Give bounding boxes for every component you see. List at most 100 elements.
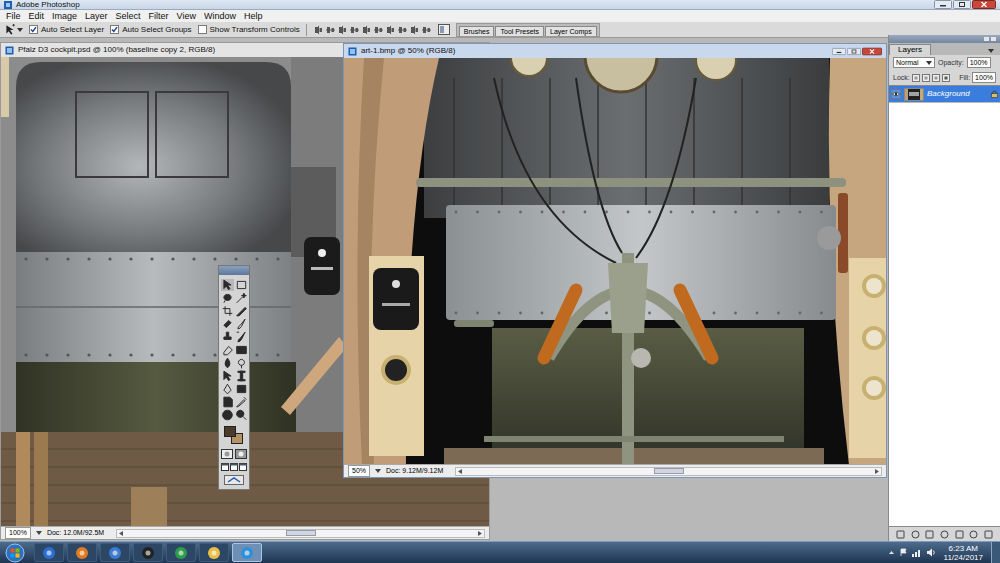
tool-icon[interactable] (235, 383, 248, 395)
layer-action-icon[interactable] (925, 530, 934, 539)
menu-item[interactable]: Help (240, 11, 267, 22)
palette-tab[interactable]: Layer Comps (545, 26, 597, 36)
menu-item[interactable]: Filter (145, 11, 173, 22)
tool-icon[interactable] (235, 318, 248, 330)
menu-item[interactable]: File (2, 11, 25, 22)
tool-icon[interactable] (235, 357, 248, 369)
option-checkbox[interactable]: Show Transform Controls (198, 25, 300, 35)
lock-option-icon[interactable] (942, 74, 950, 82)
zoom-field[interactable]: 50% (348, 465, 370, 477)
tool-icon[interactable] (235, 409, 248, 421)
tool-icon[interactable] (235, 396, 248, 408)
tool-icon[interactable] (235, 370, 248, 382)
document-window[interactable]: art-1.bmp @ 50% (RGB/8)50%Doc: 9.12M/9.1… (343, 43, 887, 478)
horizontal-scrollbar[interactable] (116, 529, 485, 538)
status-menu-icon[interactable] (35, 529, 43, 537)
quick-mask-icon[interactable] (235, 449, 247, 459)
panel-menu-icon[interactable] (986, 46, 996, 55)
fill-field[interactable]: 100% (972, 72, 996, 83)
layers-tab[interactable]: Layers (889, 44, 931, 55)
restore-icon[interactable] (847, 47, 861, 56)
close-icon[interactable] (862, 47, 882, 56)
taskbar-app-button[interactable] (166, 543, 196, 562)
tool-icon[interactable] (221, 305, 234, 317)
imageready-icon[interactable] (224, 475, 244, 485)
scroll-right-icon[interactable] (873, 468, 881, 475)
checkbox-icon[interactable] (198, 25, 207, 34)
zoom-field[interactable]: 100% (5, 527, 31, 539)
menu-item[interactable]: View (173, 11, 200, 22)
network-icon[interactable] (912, 548, 922, 557)
tool-icon[interactable] (221, 357, 234, 369)
menu-item[interactable]: Image (48, 11, 81, 22)
panel-close-icon[interactable] (991, 37, 996, 41)
align-icon[interactable] (421, 25, 432, 35)
taskbar-app-button[interactable] (100, 543, 130, 562)
palette-tab[interactable]: Tool Presets (495, 26, 544, 36)
align-icon[interactable] (337, 25, 348, 35)
lock-option-icon[interactable] (912, 74, 920, 82)
scroll-thumb[interactable] (286, 530, 316, 536)
scroll-left-icon[interactable] (456, 468, 464, 475)
color-swatches[interactable] (223, 425, 245, 445)
tool-icon[interactable] (221, 396, 234, 408)
minimize-icon[interactable] (934, 0, 952, 9)
tool-icon[interactable] (221, 292, 234, 304)
align-icon[interactable] (373, 25, 384, 35)
tool-icon[interactable] (221, 331, 234, 343)
document-canvas[interactable] (344, 58, 886, 464)
align-icon[interactable] (397, 25, 408, 35)
lock-option-icon[interactable] (922, 74, 930, 82)
layer-action-icon[interactable] (940, 530, 949, 539)
option-checkbox[interactable]: Auto Select Groups (110, 25, 191, 35)
scroll-thumb[interactable] (654, 468, 684, 474)
tool-icon[interactable] (235, 279, 248, 291)
taskbar-app-button[interactable] (34, 543, 64, 562)
status-menu-icon[interactable] (374, 467, 382, 475)
panel-header-bar[interactable] (889, 35, 1000, 43)
menu-item[interactable]: Select (112, 11, 145, 22)
show-hidden-icons-icon[interactable] (888, 549, 895, 556)
align-icon[interactable] (409, 25, 420, 35)
document-title-bar[interactable]: art-1.bmp @ 50% (RGB/8) (344, 44, 886, 58)
tool-icon[interactable] (221, 383, 234, 395)
opacity-field[interactable]: 100% (967, 57, 991, 68)
workspace-icon[interactable] (438, 24, 450, 35)
tool-icon[interactable] (221, 344, 234, 356)
option-checkbox[interactable]: Auto Select Layer (29, 25, 104, 35)
minimize-icon[interactable] (832, 47, 846, 56)
taskbar-app-button[interactable] (232, 543, 262, 562)
tools-palette[interactable] (218, 265, 250, 490)
tool-icon[interactable] (221, 279, 234, 291)
tool-icon[interactable] (235, 344, 248, 356)
tool-icon[interactable] (235, 331, 248, 343)
close-icon[interactable] (972, 0, 996, 9)
horizontal-scrollbar[interactable] (455, 467, 882, 476)
layer-action-icon[interactable] (911, 530, 920, 539)
layers-panel[interactable]: LayersNormalOpacity:100%Lock:Fill:100%Ba… (888, 35, 1000, 541)
align-icon[interactable] (349, 25, 360, 35)
screen-mode-icon[interactable] (230, 463, 238, 471)
blend-mode-select[interactable]: Normal (893, 57, 935, 68)
volume-icon[interactable] (926, 548, 936, 557)
panel-minimize-icon[interactable] (984, 37, 989, 41)
palette-tab[interactable]: Brushes (459, 26, 495, 36)
standard-mode-icon[interactable] (221, 449, 233, 459)
lock-option-icon[interactable] (932, 74, 940, 82)
layer-action-icon[interactable] (969, 530, 978, 539)
menu-item[interactable]: Layer (81, 11, 112, 22)
align-icon[interactable] (313, 25, 324, 35)
tool-icon[interactable] (235, 305, 248, 317)
tools-palette-header[interactable] (219, 266, 249, 275)
scroll-right-icon[interactable] (476, 530, 484, 537)
tool-icon[interactable] (221, 370, 234, 382)
layer-action-icon[interactable] (955, 530, 964, 539)
screen-mode-icon[interactable] (239, 463, 247, 471)
menu-item[interactable]: Edit (25, 11, 49, 22)
foreground-color-swatch[interactable] (224, 426, 236, 437)
menu-item[interactable]: Window (200, 11, 240, 22)
tool-icon[interactable] (221, 409, 234, 421)
clock[interactable]: 6:23 AM11/24/2017 (944, 544, 983, 562)
tool-preset-picker[interactable] (4, 24, 23, 36)
scroll-left-icon[interactable] (117, 530, 125, 537)
